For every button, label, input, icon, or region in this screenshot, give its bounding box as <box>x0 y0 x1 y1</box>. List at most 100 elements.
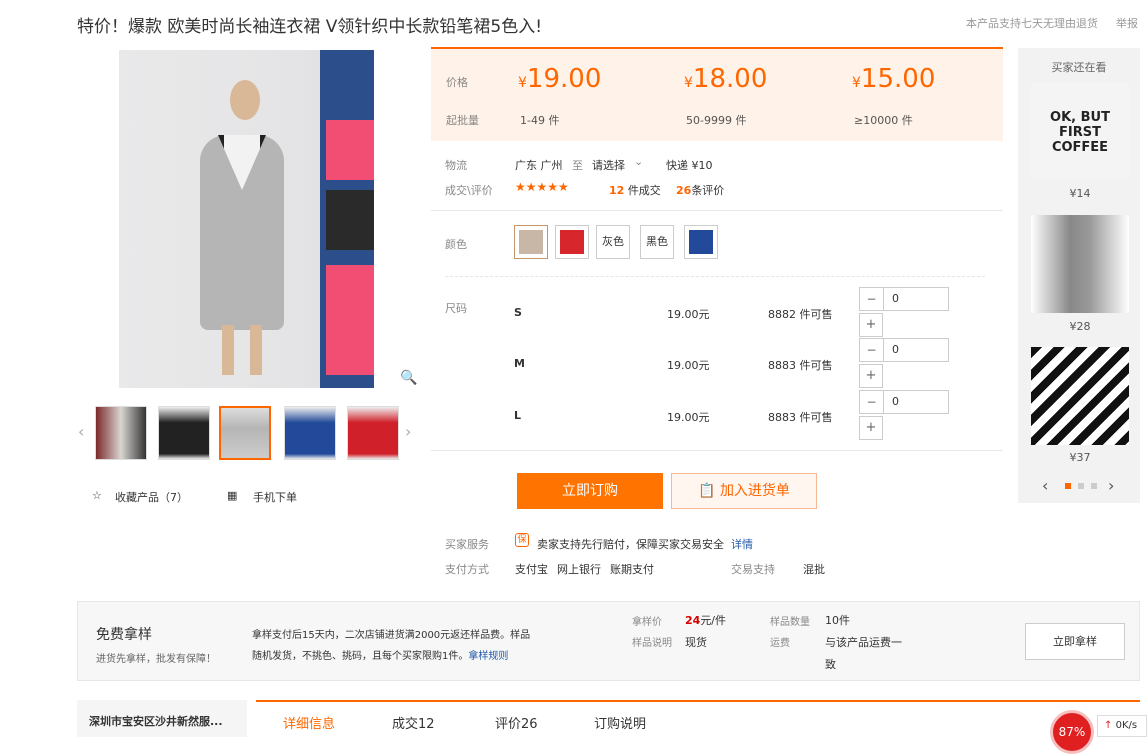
thumb-1[interactable] <box>95 406 147 460</box>
qty-input[interactable]: −0 <box>859 390 949 414</box>
size-s: S <box>514 306 522 319</box>
plus-button[interactable]: + <box>859 416 883 440</box>
payment-bank: 网上银行 <box>557 563 601 576</box>
tab-reviews[interactable]: 评价26 <box>495 713 538 732</box>
color-swatch-1[interactable] <box>514 225 548 259</box>
review-count[interactable]: 26条评价 <box>676 182 724 198</box>
color-gray[interactable]: 灰色 <box>596 225 630 259</box>
get-sample-button[interactable]: 立即拿样 <box>1025 623 1125 660</box>
deal-count[interactable]: 12 件成交 <box>609 182 661 198</box>
min-qty-label: 起批量 <box>446 114 479 127</box>
sample-ship-2: 致 <box>825 658 836 671</box>
page-title: 特价！爆款 欧美时尚长袖连衣裙 V领针织中长款铅笔裙5色入! <box>77 17 543 37</box>
sample-desc-1: 拿样支付后15天内，二次店铺进货满2000元返还样品费。样品 <box>252 630 531 641</box>
zoom-icon[interactable]: 🔍 <box>400 370 417 386</box>
size-label: 尺码 <box>445 302 467 315</box>
minus-icon[interactable]: − <box>860 339 884 361</box>
size-stock: 8882 件可售 <box>768 308 833 321</box>
sample-desc-2: 随机发货，不挑色、挑码，且每个买家限购1件。拿样规则 <box>252 651 509 662</box>
sample-subtitle: 进货先拿样，批发有保障！ <box>96 654 216 665</box>
qty-input[interactable]: −0 <box>859 287 949 311</box>
plus-button[interactable]: + <box>859 364 883 388</box>
recommend-item-2[interactable] <box>1031 215 1129 313</box>
recommend-next-icon[interactable]: › <box>1108 476 1114 495</box>
add-to-cart-button[interactable]: 📋 加入进货单 <box>671 473 817 509</box>
size-m: M <box>514 357 525 370</box>
mannequin-leg <box>222 325 234 375</box>
color-swatch-red[interactable] <box>555 225 589 259</box>
color-black[interactable]: 黑色 <box>640 225 674 259</box>
qty-tier-2: 50-9999 件 <box>686 114 747 127</box>
minus-icon[interactable]: − <box>860 391 884 413</box>
recommend-item-1[interactable]: OK, BUT FIRST COFFEE <box>1031 82 1129 180</box>
sample-note: 现货 <box>685 636 707 649</box>
sample-price-label: 拿样价 <box>632 617 662 628</box>
mannequin-head <box>230 80 260 120</box>
divider <box>431 450 1003 451</box>
thumb-2[interactable] <box>158 406 210 460</box>
qty-tier-1: 1-49 件 <box>520 114 560 127</box>
thumb-5[interactable] <box>347 406 399 460</box>
mobile-order-link[interactable]: 手机下单 <box>253 489 297 505</box>
recommend-item-3[interactable] <box>1031 347 1129 445</box>
color-swatch-blue[interactable] <box>684 225 718 259</box>
recommend-price: ¥28 <box>1069 320 1091 333</box>
recommend-title: 买家还在看 <box>1051 61 1107 74</box>
shop-name[interactable]: 深圳市宝安区沙井新然服... <box>77 700 247 737</box>
rating-stars: ★★★★★ <box>515 180 569 194</box>
payment-alipay: 支付宝 <box>515 563 548 576</box>
trade-support-label: 交易支持 <box>731 563 775 576</box>
region-select[interactable]: 请选择 <box>592 157 625 173</box>
sample-note-label: 样品说明 <box>632 638 672 649</box>
shipping-fee: 快递 ¥10 <box>666 159 713 172</box>
payment-credit: 账期支付 <box>610 563 654 576</box>
size-stock: 8883 件可售 <box>768 359 833 372</box>
pager-dot[interactable] <box>1091 483 1097 489</box>
chevron-down-icon[interactable]: ⌄ <box>634 155 643 168</box>
recommend-prev-icon[interactable]: ‹ <box>1042 476 1048 495</box>
thumb-4[interactable] <box>284 406 336 460</box>
divider <box>445 276 985 277</box>
speed-widget[interactable]: 87% <box>1050 710 1094 754</box>
tab-deals[interactable]: 成交12 <box>392 713 435 732</box>
buy-now-button[interactable]: 立即订购 <box>517 473 663 509</box>
thumb-next-icon[interactable]: › <box>405 422 411 441</box>
service-label: 买家服务 <box>445 538 489 551</box>
pager-dot[interactable] <box>1078 483 1084 489</box>
clipboard-icon: 📋 <box>698 483 720 499</box>
recommend-price: ¥37 <box>1069 451 1091 464</box>
photo-pink-clothes <box>326 120 374 180</box>
ship-from: 广东 广州 <box>515 159 563 172</box>
thumb-3[interactable] <box>219 406 271 460</box>
divider <box>431 210 1003 211</box>
service-detail-link[interactable]: 详情 <box>731 536 753 552</box>
pager-dot-active[interactable] <box>1065 483 1071 489</box>
tab-order-info[interactable]: 订购说明 <box>594 713 646 732</box>
return-policy: 本产品支持七天无理由退货 <box>966 17 1098 30</box>
photo-pink-clothes-2 <box>326 265 374 375</box>
sample-rules-link[interactable]: 拿样规则 <box>468 651 508 662</box>
qty-input[interactable]: −0 <box>859 338 949 362</box>
minus-icon[interactable]: − <box>860 288 884 310</box>
thumb-prev-icon[interactable]: ‹ <box>78 422 84 441</box>
logistics-label: 物流 <box>445 159 467 172</box>
favorite-link[interactable]: 收藏产品（7） <box>115 489 188 505</box>
detail-tabs <box>256 700 1140 737</box>
tab-details[interactable]: 详细信息 <box>283 713 335 732</box>
ship-to: 至 <box>572 159 583 172</box>
sample-title: 免费拿样 <box>96 627 152 643</box>
sample-count: 10件 <box>825 614 850 627</box>
size-price: 19.00元 <box>667 411 710 424</box>
payment-label: 支付方式 <box>445 563 489 576</box>
star-outline-icon[interactable]: ☆ <box>92 489 102 502</box>
sample-ship: 与该产品运费一 <box>825 636 902 649</box>
photo-black-clothes <box>326 190 374 250</box>
sample-ship-label: 运费 <box>770 638 790 649</box>
plus-button[interactable]: + <box>859 313 883 337</box>
price-tier-1: ¥19.00 <box>518 64 602 94</box>
qrcode-icon[interactable]: ▦ <box>227 489 237 502</box>
sample-price: 24元/件 <box>685 614 727 627</box>
sample-count-label: 样品数量 <box>770 617 810 628</box>
report-link[interactable]: 举报 <box>1116 15 1138 31</box>
size-price: 19.00元 <box>667 359 710 372</box>
